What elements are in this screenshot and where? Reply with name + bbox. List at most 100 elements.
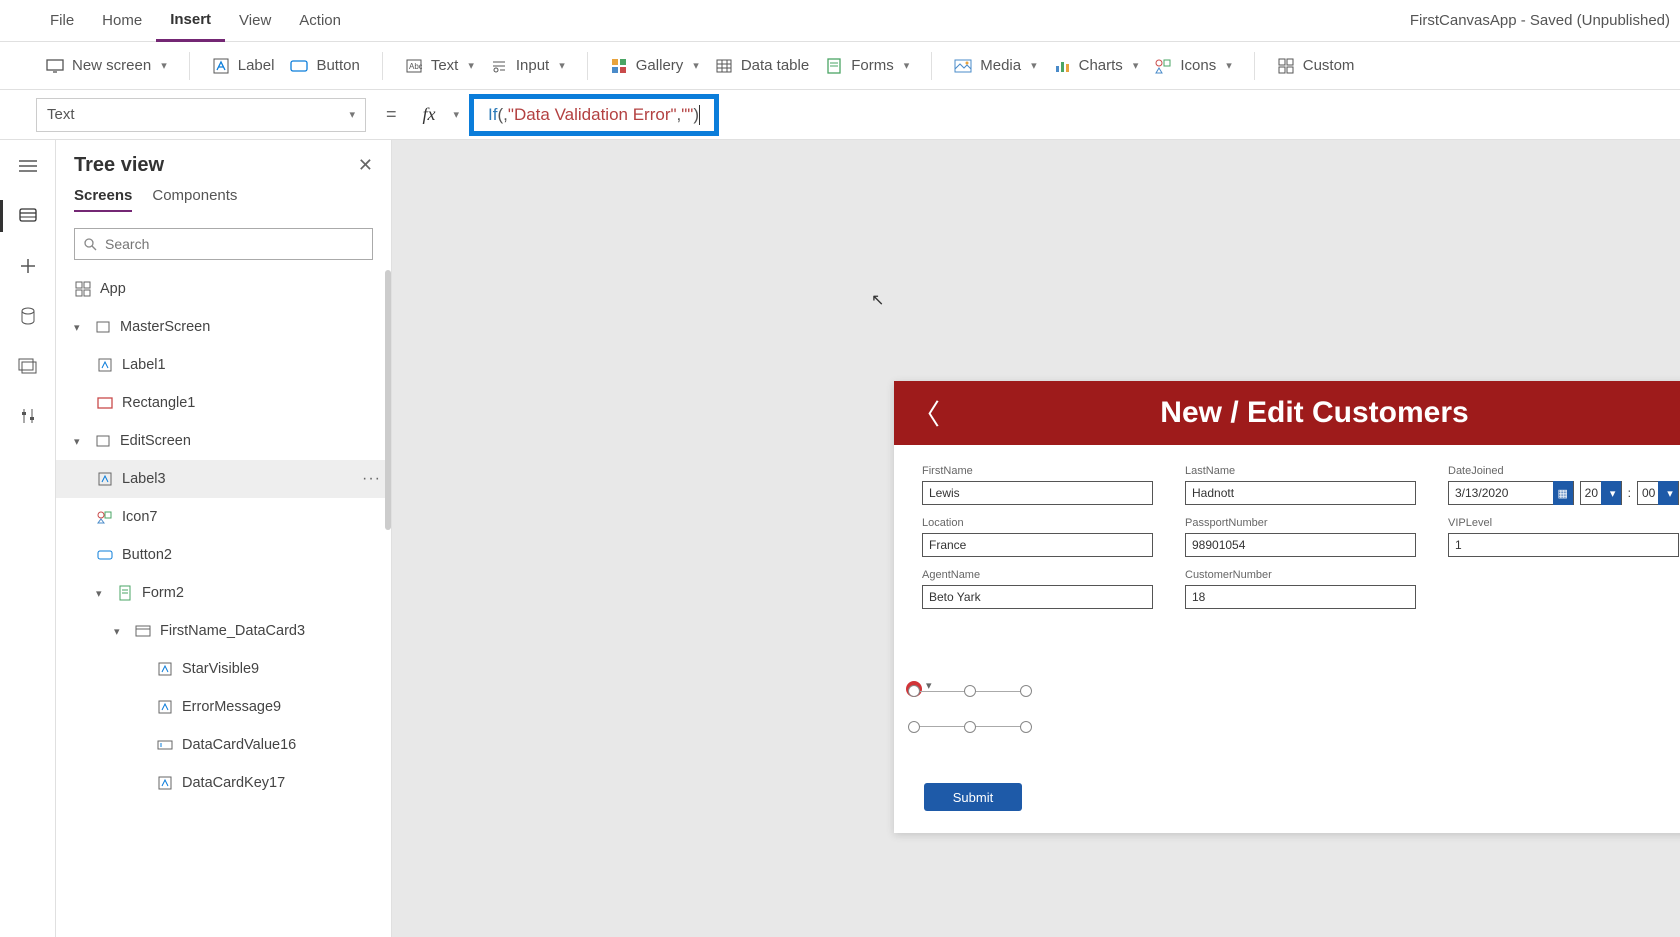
chevron-down-icon[interactable]: ▾: [1601, 481, 1621, 505]
chevron-down-icon[interactable]: ▾: [1658, 481, 1678, 505]
scrollbar-thumb[interactable]: [385, 270, 391, 530]
calendar-icon[interactable]: ▦: [1553, 481, 1573, 505]
caret-down-icon[interactable]: ▾: [96, 587, 108, 600]
caret-down-icon[interactable]: ▾: [74, 435, 86, 448]
new-screen-button[interactable]: New screen ▾: [38, 51, 175, 81]
agent-input[interactable]: [922, 585, 1153, 609]
button-icon: [290, 57, 308, 75]
media-button[interactable]: Media ▾: [946, 51, 1044, 81]
rectangle-icon: [96, 394, 114, 412]
firstname-input[interactable]: [922, 481, 1153, 505]
vip-input[interactable]: [1448, 533, 1679, 557]
screen-title: New / Edit Customers: [940, 396, 1680, 430]
tree-node-form2[interactable]: ▾ Form2: [56, 574, 391, 612]
fx-icon[interactable]: fx: [417, 104, 442, 125]
tree-node-datacard[interactable]: ▾ FirstName_DataCard3: [56, 612, 391, 650]
insert-icon[interactable]: [16, 254, 40, 278]
chevron-down-icon[interactable]: ▾: [454, 108, 460, 121]
formula-if: If: [488, 105, 497, 125]
minute-select[interactable]: 00▾: [1637, 481, 1679, 505]
menu-insert[interactable]: Insert: [156, 0, 225, 42]
menu-action[interactable]: Action: [285, 0, 355, 42]
chevron-down-icon: ▾: [904, 59, 910, 72]
icons-button[interactable]: Icons ▾: [1146, 51, 1239, 81]
menu-home[interactable]: Home: [88, 0, 156, 42]
icons-btn-label: Icons: [1180, 57, 1216, 74]
custnum-input[interactable]: [1185, 585, 1416, 609]
menu-view[interactable]: View: [225, 0, 285, 42]
menu-file[interactable]: File: [36, 0, 88, 42]
tree-node-editscreen[interactable]: ▾ EditScreen: [56, 422, 391, 460]
tree-node-label1[interactable]: Label1: [56, 346, 391, 384]
tree-node-app[interactable]: App: [56, 270, 391, 308]
text-btn-label: Text: [431, 57, 459, 74]
tree-node-errormessage[interactable]: ErrorMessage9: [56, 688, 391, 726]
field-passport: PassportNumber: [1185, 517, 1416, 557]
input-button[interactable]: Input ▾: [482, 51, 573, 81]
text-button[interactable]: Abc Text ▾: [397, 51, 482, 81]
tree-node-star[interactable]: StarVisible9: [56, 650, 391, 688]
field-label: CustomerNumber: [1185, 569, 1416, 581]
tree-node-datacardkey[interactable]: DataCardKey17: [56, 764, 391, 802]
location-input[interactable]: [922, 533, 1153, 557]
date-input[interactable]: 3/13/2020 ▦: [1448, 481, 1574, 505]
label-icon: [212, 57, 230, 75]
field-label: Location: [922, 517, 1153, 529]
mouse-cursor-icon: ↖: [871, 290, 884, 310]
back-arrow-icon[interactable]: 〈: [912, 393, 940, 433]
tree-node-rectangle1[interactable]: Rectangle1: [56, 384, 391, 422]
search-input[interactable]: [74, 228, 373, 260]
formula-input[interactable]: If(, "Data Validation Error", ""): [469, 94, 719, 136]
property-dropdown[interactable]: Text ▾: [36, 98, 366, 132]
custom-btn-label: Custom: [1303, 57, 1355, 74]
resize-handle[interactable]: [1020, 721, 1032, 733]
label-icon: [156, 698, 174, 716]
tree-node-button2[interactable]: Button2: [56, 536, 391, 574]
selected-control[interactable]: ✕ ▾: [914, 691, 1026, 727]
resize-handle[interactable]: [908, 685, 920, 697]
resize-handle[interactable]: [908, 721, 920, 733]
tree-label: Label3: [122, 471, 166, 487]
gallery-btn-label: Gallery: [636, 57, 684, 74]
tree-label: FirstName_DataCard3: [160, 623, 305, 639]
data-table-button[interactable]: Data table: [707, 51, 817, 81]
tree-node-label3[interactable]: Label3 ···: [56, 460, 391, 498]
data-icon[interactable]: [16, 304, 40, 328]
forms-button[interactable]: Forms ▾: [817, 51, 917, 81]
lastname-input[interactable]: [1185, 481, 1416, 505]
media-rail-icon[interactable]: [16, 354, 40, 378]
hour-select[interactable]: 20▾: [1580, 481, 1622, 505]
screen-icon: [46, 57, 64, 75]
resize-handle[interactable]: [1020, 685, 1032, 697]
gallery-button[interactable]: Gallery ▾: [602, 51, 707, 81]
close-icon[interactable]: ✕: [358, 155, 373, 176]
custom-icon: [1277, 57, 1295, 75]
tree-label: Form2: [142, 585, 184, 601]
more-icon[interactable]: ···: [362, 470, 381, 488]
tree-node-masterscreen[interactable]: ▾ MasterScreen: [56, 308, 391, 346]
label-button[interactable]: Label: [204, 51, 283, 81]
media-icon: [954, 57, 972, 75]
search-field[interactable]: [105, 236, 364, 252]
custom-button[interactable]: Custom: [1269, 51, 1363, 81]
button-button[interactable]: Button: [282, 51, 367, 81]
canvas[interactable]: ↖ 〈 New / Edit Customers FirstName LastN…: [392, 140, 1680, 937]
caret-down-icon[interactable]: ▾: [74, 321, 86, 334]
hamburger-icon[interactable]: [16, 154, 40, 178]
tree-node-datacardvalue[interactable]: DataCardValue16: [56, 726, 391, 764]
chevron-down-icon: ▾: [161, 59, 167, 72]
time-colon: :: [1628, 486, 1631, 500]
resize-handle[interactable]: [964, 721, 976, 733]
charts-btn-label: Charts: [1079, 57, 1123, 74]
tree-node-icon7[interactable]: Icon7: [56, 498, 391, 536]
charts-button[interactable]: Charts ▾: [1045, 51, 1147, 81]
tree-label: Label1: [122, 357, 166, 373]
submit-button[interactable]: Submit: [924, 783, 1022, 811]
tree-view-icon[interactable]: [16, 204, 40, 228]
resize-handle[interactable]: [964, 685, 976, 697]
tab-screens[interactable]: Screens: [74, 187, 132, 212]
tools-icon[interactable]: [16, 404, 40, 428]
tab-components[interactable]: Components: [152, 187, 237, 212]
passport-input[interactable]: [1185, 533, 1416, 557]
caret-down-icon[interactable]: ▾: [114, 625, 126, 638]
